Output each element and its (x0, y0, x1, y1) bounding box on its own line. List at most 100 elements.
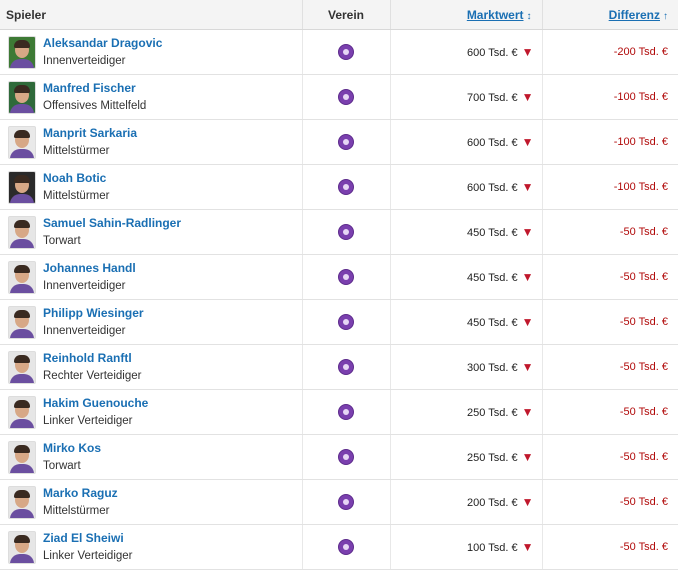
player-info: Philipp Wiesinger Innenverteidiger (43, 304, 144, 340)
player-info: Manprit Sarkaria Mittelstürmer (43, 124, 137, 160)
difference-cell: -200 Tsd. € (542, 29, 678, 75)
difference-value: -50 Tsd. € (619, 271, 668, 283)
player-cell: Manfred Fischer Offensives Mittelfeld (0, 74, 303, 120)
player-portrait[interactable] (8, 395, 36, 429)
player-cell: Marko Raguz Mittelstürmer (0, 479, 303, 525)
club-crest-icon[interactable] (338, 134, 354, 150)
player-portrait[interactable] (8, 350, 36, 384)
club-crest-icon[interactable] (338, 224, 354, 240)
player-portrait[interactable] (8, 440, 36, 474)
player-info: Samuel Sahin-Radlinger Torwart (43, 214, 181, 250)
club-cell (302, 299, 391, 345)
player-portrait[interactable] (8, 125, 36, 159)
player-name[interactable]: Philipp Wiesinger (43, 304, 144, 322)
club-crest-icon[interactable] (338, 89, 354, 105)
player-block: Philipp Wiesinger Innenverteidiger (0, 304, 302, 340)
arrow-down-icon: ▼ (521, 405, 534, 419)
player-name[interactable]: Manprit Sarkaria (43, 124, 137, 142)
market-value-cell: 100 Tsd. € ▼ (390, 524, 543, 570)
table-row: Ziad El Sheiwi Linker Verteidiger 100 Ts… (0, 524, 678, 570)
player-position: Linker Verteidiger (43, 415, 133, 427)
player-position: Mittelstürmer (43, 145, 110, 157)
player-cell: Samuel Sahin-Radlinger Torwart (0, 209, 303, 255)
arrow-down-icon: ▼ (521, 540, 534, 554)
sort-ascending-icon[interactable]: ↑ (663, 11, 668, 22)
difference-value: -100 Tsd. € (613, 136, 668, 148)
player-name[interactable]: Reinhold Ranftl (43, 349, 141, 367)
difference-value: -50 Tsd. € (619, 541, 668, 553)
club-crest-icon[interactable] (338, 494, 354, 510)
club-crest-icon[interactable] (338, 44, 354, 60)
difference-sort-link[interactable]: Differenz (609, 8, 660, 22)
player-name[interactable]: Samuel Sahin-Radlinger (43, 214, 181, 232)
player-block: Ziad El Sheiwi Linker Verteidiger (0, 529, 302, 565)
difference-cell: -50 Tsd. € (542, 524, 678, 570)
player-position: Linker Verteidiger (43, 550, 133, 562)
arrow-down-icon: ▼ (521, 90, 534, 104)
market-value: 200 Tsd. € (467, 497, 518, 509)
arrow-down-icon: ▼ (521, 315, 534, 329)
player-portrait[interactable] (8, 80, 36, 114)
player-position: Mittelstürmer (43, 190, 110, 202)
player-name[interactable]: Mirko Kos (43, 439, 101, 457)
table-row: Noah Botic Mittelstürmer 600 Tsd. € ▼ -10… (0, 164, 678, 210)
player-position: Innenverteidiger (43, 280, 126, 292)
player-name[interactable]: Hakim Guenouche (43, 394, 148, 412)
club-crest-icon[interactable] (338, 359, 354, 375)
market-value-sort-link[interactable]: Marktwert (467, 8, 524, 22)
player-portrait[interactable] (8, 170, 36, 204)
player-name[interactable]: Ziad El Sheiwi (43, 529, 133, 547)
player-portrait[interactable] (8, 215, 36, 249)
player-portrait[interactable] (8, 35, 36, 69)
club-crest-icon[interactable] (338, 314, 354, 330)
market-value: 100 Tsd. € (467, 542, 518, 554)
difference-cell: -50 Tsd. € (542, 434, 678, 480)
market-value-cell: 600 Tsd. € ▼ (390, 164, 543, 210)
player-name[interactable]: Noah Botic (43, 169, 109, 187)
player-portrait[interactable] (8, 485, 36, 519)
club-cell (302, 254, 391, 300)
player-block: Noah Botic Mittelstürmer (0, 169, 302, 205)
table-row: Manprit Sarkaria Mittelstürmer 600 Tsd. … (0, 119, 678, 165)
difference-value: -50 Tsd. € (619, 451, 668, 463)
difference-cell: -50 Tsd. € (542, 344, 678, 390)
table-row: Samuel Sahin-Radlinger Torwart 450 Tsd. … (0, 209, 678, 255)
arrow-down-icon: ▼ (521, 135, 534, 149)
club-crest-icon[interactable] (338, 179, 354, 195)
player-cell: Johannes Handl Innenverteidiger (0, 254, 303, 300)
table-row: Philipp Wiesinger Innenverteidiger 450 T… (0, 299, 678, 345)
player-portrait[interactable] (8, 260, 36, 294)
market-value-cell: 450 Tsd. € ▼ (390, 299, 543, 345)
table-row: Reinhold Ranftl Rechter Verteidiger 300 … (0, 344, 678, 390)
market-value-cell: 450 Tsd. € ▼ (390, 209, 543, 255)
player-position: Rechter Verteidiger (43, 370, 142, 382)
player-info: Aleksandar Dragovic Innenverteidiger (43, 34, 162, 70)
difference-value: -50 Tsd. € (619, 361, 668, 373)
sort-both-icon[interactable]: ↕ (527, 11, 532, 22)
player-position: Innenverteidiger (43, 55, 126, 67)
difference-value: -50 Tsd. € (619, 496, 668, 508)
player-block: Marko Raguz Mittelstürmer (0, 484, 302, 520)
player-name[interactable]: Marko Raguz (43, 484, 118, 502)
player-portrait[interactable] (8, 530, 36, 564)
player-cell: Ziad El Sheiwi Linker Verteidiger (0, 524, 303, 570)
club-cell (302, 344, 391, 390)
club-crest-icon[interactable] (338, 269, 354, 285)
header-difference[interactable]: Differenz ↑ (542, 0, 678, 30)
club-crest-icon[interactable] (338, 449, 354, 465)
player-portrait[interactable] (8, 305, 36, 339)
table-row: Johannes Handl Innenverteidiger 450 Tsd.… (0, 254, 678, 300)
player-name[interactable]: Aleksandar Dragovic (43, 34, 162, 52)
player-position: Torwart (43, 235, 81, 247)
club-crest-icon[interactable] (338, 404, 354, 420)
player-cell: Mirko Kos Torwart (0, 434, 303, 480)
player-block: Aleksandar Dragovic Innenverteidiger (0, 34, 302, 70)
player-info: Noah Botic Mittelstürmer (43, 169, 109, 205)
player-name[interactable]: Johannes Handl (43, 259, 136, 277)
player-name[interactable]: Manfred Fischer (43, 79, 146, 97)
club-crest-icon[interactable] (338, 539, 354, 555)
market-value: 450 Tsd. € (467, 272, 518, 284)
header-market-value[interactable]: Marktwert ↕ (390, 0, 543, 30)
player-block: Samuel Sahin-Radlinger Torwart (0, 214, 302, 250)
table-row: Hakim Guenouche Linker Verteidiger 250 T… (0, 389, 678, 435)
